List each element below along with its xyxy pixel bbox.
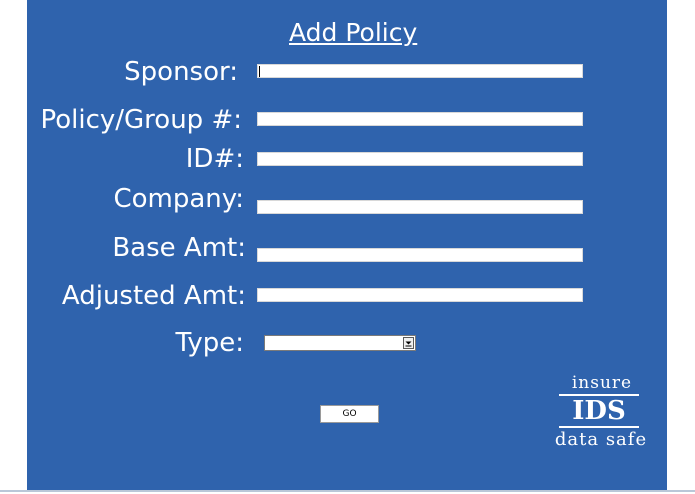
policy-group-input[interactable] (257, 112, 583, 126)
sponsor-input[interactable] (257, 64, 583, 78)
adjusted-amt-input[interactable] (257, 288, 583, 302)
company-label: Company: (113, 184, 244, 214)
sponsor-label: Sponsor: (124, 57, 238, 87)
logo-mark: IDS (559, 394, 639, 428)
company-input[interactable] (257, 200, 583, 214)
base-amt-input[interactable] (257, 248, 583, 262)
adjusted-amt-label: Adjusted Amt: (61, 281, 246, 311)
page-title: Add Policy (289, 18, 418, 47)
divider (0, 490, 695, 492)
id-input[interactable] (257, 152, 583, 166)
id-label: ID#: (185, 144, 244, 174)
logo-bottom-text: data safe (554, 429, 648, 450)
type-select[interactable] (264, 335, 416, 351)
base-amt-label: Base Amt: (112, 233, 246, 263)
go-button[interactable]: GO (320, 405, 379, 423)
chevron-down-icon[interactable] (403, 337, 414, 349)
text-cursor (259, 66, 260, 77)
insure-ids-logo: insure IDS data safe (546, 373, 656, 458)
policy-group-label: Policy/Group #: (40, 105, 242, 135)
logo-top-text: insure (571, 373, 633, 393)
type-label: Type: (175, 328, 244, 358)
